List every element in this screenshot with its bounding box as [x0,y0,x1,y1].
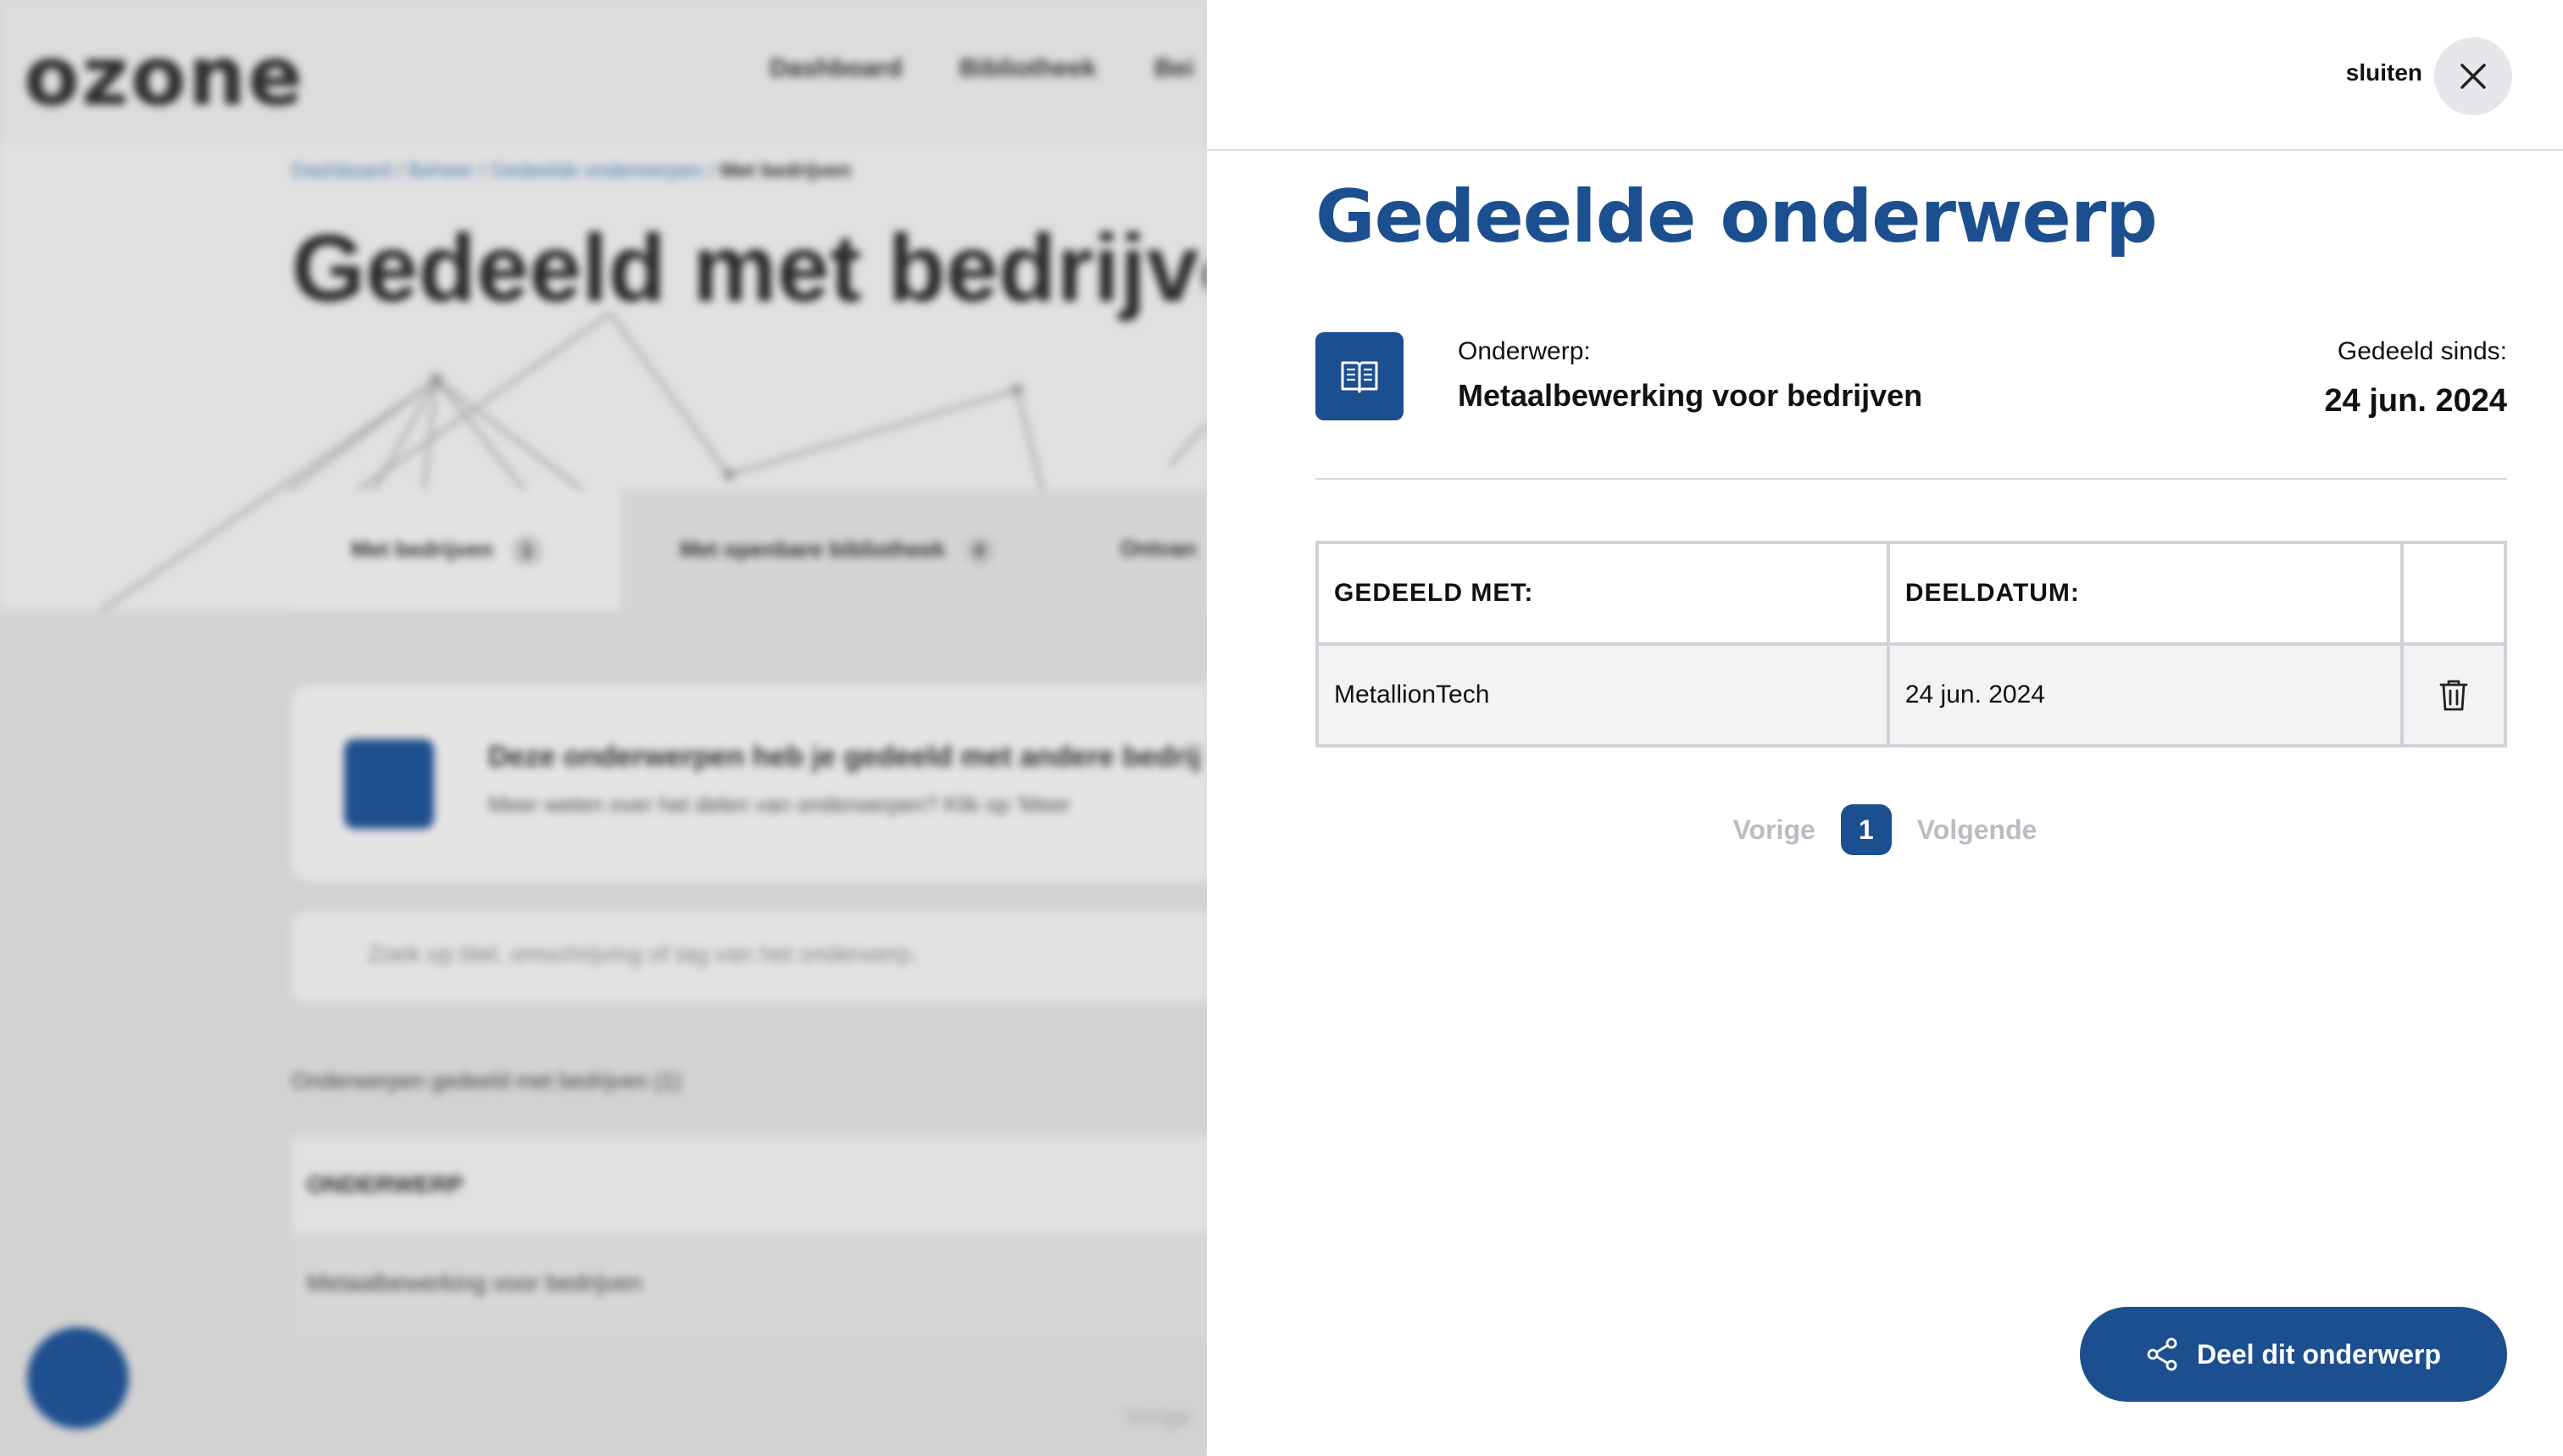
subject-value: Metaalbewerking voor bedrijven [1458,378,1923,413]
tab-label: Met openbare bibliotheek [680,536,946,562]
column-header-actions [2400,541,2507,646]
shared-since-label: Gedeeld sinds: [2337,337,2507,365]
table-header-row: GEDEELD MET: DEELDATUM: [1315,541,2507,646]
site-logo[interactable]: ozone [24,29,304,124]
tab-ontvangen[interactable]: Ontvan [1065,490,1207,610]
help-button[interactable] [27,1327,129,1429]
close-button[interactable] [2434,37,2512,115]
tab-count: 0 [964,536,995,566]
tab-label: Met bedrijven [351,536,493,562]
table-header: ONDERWERP [307,1171,464,1198]
shared-with-table: GEDEELD MET: DEELDATUM: MetallionTech 24… [1315,541,2507,747]
share-subject-button[interactable]: Deel dit onderwerp [2080,1307,2507,1402]
subjects-table: ONDERWERP Metaalbewerking voor bedrijven [292,1136,1207,1339]
pagination: Vorige 1 Volgende [1207,803,2563,856]
breadcrumb-beheer[interactable]: Beheer [408,159,473,182]
info-title: Deze onderwerpen heb je gedeeld met ande… [488,741,1201,773]
share-button-label: Deel dit onderwerp [2196,1338,2442,1370]
info-subtitle: Meer weten over het delen van onderwerpe… [488,792,1071,817]
nav-beheer[interactable]: Bei [1154,54,1194,83]
book-icon [1341,361,1378,393]
info-card: Deze onderwerpen heb je gedeeld met ande… [292,685,1207,881]
page-title: Gedeeld met bedrijve [292,215,1207,321]
pager-prev-link[interactable]: Vorige [1733,814,1815,846]
subject-label: Onderwerp: [1458,337,1591,365]
nav-dashboard[interactable]: Dashboard [770,54,903,83]
drawer-title: Gedeelde onderwerp [1315,175,2158,259]
cell-company: MetallionTech [1315,642,1890,747]
table-row: MetallionTech 24 jun. 2024 [1315,642,2507,747]
column-header-shared-with: GEDEELD MET: [1315,541,1890,646]
pager-page-current[interactable]: 1 [1840,804,1892,855]
pager-next-link[interactable]: Volgende [1917,814,2038,846]
book-icon [344,739,434,829]
tab-met-openbare-bibliotheek[interactable]: Met openbare bibliotheek 0 [620,490,1065,610]
breadcrumb-dashboard[interactable]: Dashboard [292,159,391,182]
close-label[interactable]: sluiten [2346,59,2422,86]
breadcrumb-gedeelde-onderwerpen[interactable]: Gedeelde onderwerpen [491,159,703,182]
divider [1315,478,2507,480]
background-page: ozone Dashboard Bibliotheek Bei Dashboar… [0,0,1207,1456]
site-header: ozone Dashboard Bibliotheek Bei [0,0,1207,144]
close-icon [2460,64,2486,89]
table-row[interactable]: Metaalbewerking voor bedrijven [292,1232,1207,1339]
list-label: Onderwerpen gedeeld met bedrijven (1) [292,1068,681,1093]
tab-count: 1 [511,536,542,566]
subject-icon-tile [1315,332,1404,420]
cell-actions [2400,642,2507,747]
tab-label: Ontvan [1120,536,1197,561]
search-input[interactable]: Zoek op titel, omschrijving of tag van h… [292,912,1207,1002]
nav-bibliotheek[interactable]: Bibliotheek [959,54,1097,83]
breadcrumb: Dashboard / Beheer / Gedeelde onderwerpe… [292,159,852,182]
share-icon [2147,1337,2177,1371]
delete-share-button[interactable] [2428,670,2479,720]
trash-icon [2439,680,2468,711]
shared-since-value: 24 jun. 2024 [2324,383,2507,419]
drawer-header: sluiten [1207,0,2563,151]
pager-prev-link[interactable]: Vorige [1124,1403,1191,1431]
breadcrumb-current: Met bedrijven [720,159,852,182]
tab-met-bedrijven[interactable]: Met bedrijven 1 [292,490,620,610]
cell-share-date: 24 jun. 2024 [1886,642,2405,747]
shared-subject-drawer: sluiten Gedeelde onderwerp Onderwerp: Me… [1207,0,2563,1456]
column-header-share-date: DEELDATUM: [1886,541,2405,646]
